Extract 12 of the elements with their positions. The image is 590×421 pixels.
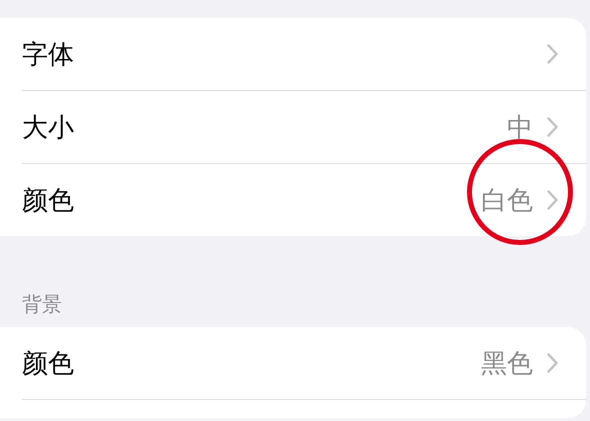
row-value: 黑色: [481, 348, 533, 380]
chevron-icon: [547, 44, 558, 64]
chevron-icon: [547, 117, 558, 137]
chevron-icon: [547, 190, 558, 210]
row-label[interactable]: 大小: [22, 110, 74, 144]
row-label[interactable]: 字体: [22, 36, 74, 72]
row-label[interactable]: 颜色: [22, 182, 74, 218]
chevron-icon: [547, 353, 558, 373]
row-value: 中: [507, 112, 533, 144]
row-label[interactable]: 颜色: [22, 346, 74, 380]
row-value: 白色: [481, 184, 533, 218]
section-header: 背景: [21, 291, 63, 317]
